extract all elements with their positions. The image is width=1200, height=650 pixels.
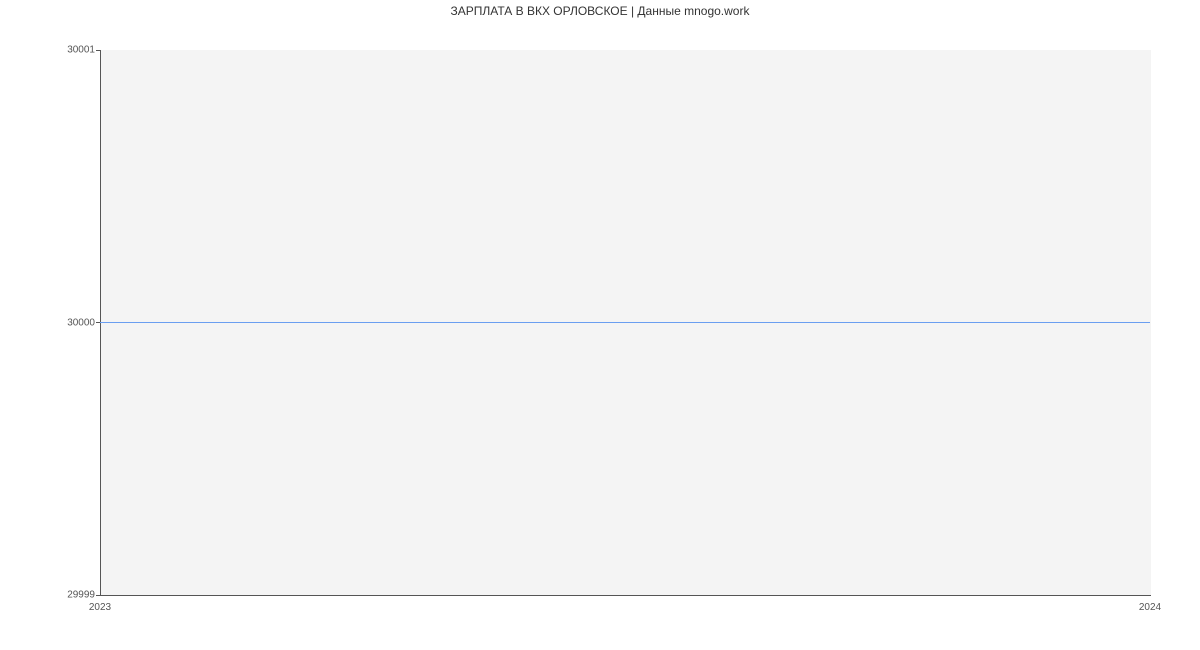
y-tick-label: 30001 bbox=[5, 45, 95, 56]
data-series-line bbox=[100, 322, 1150, 323]
y-tick-label: 30000 bbox=[5, 317, 95, 328]
chart-container: ЗАРПЛАТА В ВКХ ОРЛОВСКОЕ | Данные mnogo.… bbox=[0, 0, 1200, 650]
x-tick-label: 2024 bbox=[1139, 602, 1161, 613]
y-tick-mark bbox=[96, 595, 100, 596]
y-tick-mark bbox=[96, 50, 100, 51]
y-tick-label: 29999 bbox=[5, 590, 95, 601]
plot-area bbox=[100, 50, 1151, 596]
chart-title: ЗАРПЛАТА В ВКХ ОРЛОВСКОЕ | Данные mnogo.… bbox=[0, 4, 1200, 18]
x-tick-label: 2023 bbox=[89, 602, 111, 613]
